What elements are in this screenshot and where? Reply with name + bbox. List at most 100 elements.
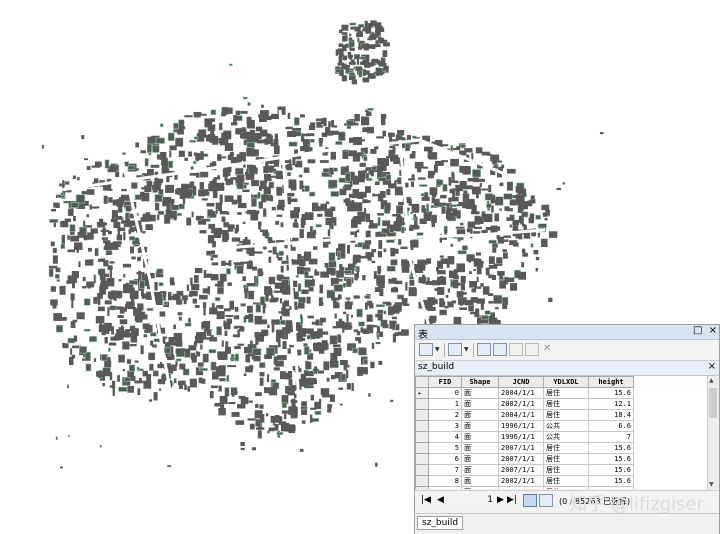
table-cell[interactable]: 9 — [428, 486, 462, 489]
table-row[interactable]: 7 面 2007/1/1 居住 15.6 — [415, 464, 634, 476]
select-by-attributes-icon[interactable] — [477, 343, 491, 356]
table-row[interactable]: ▸ 0 面 2004/1/1 居住 15.6 — [415, 387, 634, 399]
table-cell[interactable]: 居住 — [543, 442, 589, 454]
table-cell[interactable]: 2007/1/1 — [498, 453, 544, 465]
column-header[interactable]: height — [588, 376, 634, 388]
table-row[interactable]: 6 面 2007/1/1 居住 15.6 — [415, 453, 634, 465]
table-cell[interactable]: 居住 — [543, 387, 589, 399]
table-cell[interactable]: 2002/1/1 — [498, 486, 544, 489]
table-cell[interactable]: 面 — [461, 420, 499, 432]
column-header[interactable]: JCND — [498, 376, 544, 388]
table-cell[interactable]: 面 — [461, 475, 499, 487]
table-cell[interactable]: 1 — [428, 398, 462, 410]
close-icon[interactable]: × — [709, 325, 717, 336]
table-cell[interactable]: 居住 — [543, 453, 589, 465]
tab-sz-build[interactable]: sz_build — [417, 516, 464, 530]
column-header[interactable]: YDLXDL — [543, 376, 589, 388]
table-row[interactable]: 3 面 1996/1/1 公共 6.6 — [415, 420, 634, 432]
table-cell[interactable]: 15.6 — [588, 475, 634, 487]
table-cell[interactable]: 2004/1/1 — [498, 409, 544, 421]
restore-icon[interactable]: □ — [693, 325, 702, 336]
related-tables-icon[interactable] — [448, 343, 462, 356]
current-record-field[interactable]: 1 — [481, 495, 493, 505]
last-record-icon[interactable]: ▶| — [507, 495, 517, 505]
table-cell[interactable]: 2004/1/1 — [498, 387, 544, 399]
column-header[interactable]: FID — [428, 376, 462, 388]
previous-record-icon[interactable]: ◀ — [437, 495, 444, 505]
table-cell[interactable]: 居住 — [543, 486, 589, 489]
table-cell[interactable]: 18.4 — [588, 409, 634, 421]
table-cell[interactable]: 2007/1/1 — [498, 464, 544, 476]
table-cell[interactable]: 7 — [428, 464, 462, 476]
scroll-thumb[interactable] — [709, 388, 717, 418]
table-cell[interactable]: 面 — [461, 442, 499, 454]
table-cell[interactable]: 3 — [428, 420, 462, 432]
row-selector[interactable] — [415, 431, 429, 443]
table-row[interactable]: 5 面 2007/1/1 居住 15.6 — [415, 442, 634, 454]
table-row[interactable]: 1 面 2002/1/1 居住 12.1 — [415, 398, 634, 410]
row-selector[interactable] — [415, 442, 429, 454]
table-cell[interactable]: 1996/1/1 — [498, 431, 544, 443]
row-selector[interactable] — [415, 420, 429, 432]
table-row[interactable]: 2 面 2004/1/1 居住 18.4 — [415, 409, 634, 421]
table-cell[interactable]: 面 — [461, 431, 499, 443]
scroll-up-icon[interactable]: ▲ — [709, 377, 714, 384]
table-cell[interactable]: 1996/1/1 — [498, 420, 544, 432]
show-selected-records-icon[interactable] — [539, 494, 553, 507]
table-cell[interactable]: 15.6 — [588, 453, 634, 465]
switch-selection-icon[interactable] — [493, 343, 507, 356]
table-cell[interactable]: 面 — [461, 464, 499, 476]
column-header[interactable]: Shape — [461, 376, 499, 388]
table-cell[interactable]: 公共 — [543, 420, 589, 432]
table-cell[interactable]: 6 — [428, 453, 462, 465]
table-row[interactable]: 4 面 1996/1/1 公共 7 — [415, 431, 634, 443]
table-cell[interactable]: 15.6 — [588, 387, 634, 399]
show-all-records-icon[interactable] — [523, 494, 537, 507]
table-cell[interactable]: 居住 — [543, 464, 589, 476]
table-cell[interactable]: 6.6 — [588, 420, 634, 432]
row-selector[interactable] — [415, 453, 429, 465]
vertical-scrollbar[interactable]: ▲ ▼ — [707, 376, 719, 489]
table-cell[interactable]: 15.6 — [588, 486, 634, 489]
close-icon[interactable]: × — [708, 361, 716, 372]
table-cell[interactable]: 5 — [428, 442, 462, 454]
first-record-icon[interactable]: |◀ — [421, 495, 431, 505]
layer-name[interactable]: sz_build — [418, 362, 454, 372]
table-cell[interactable]: 面 — [461, 409, 499, 421]
table-cell[interactable]: 面 — [461, 453, 499, 465]
table-cell[interactable]: 居住 — [543, 409, 589, 421]
table-cell[interactable]: 7 — [588, 431, 634, 443]
chevron-down-icon[interactable]: ▼ — [435, 346, 440, 353]
row-selector[interactable] — [415, 486, 429, 489]
row-selector[interactable] — [415, 475, 429, 487]
delete-selected-icon[interactable]: ✕ — [543, 343, 551, 354]
chevron-down-icon[interactable]: ▼ — [464, 346, 469, 353]
table-cell[interactable]: 15.6 — [588, 464, 634, 476]
row-selector[interactable] — [415, 398, 429, 410]
table-row[interactable]: 9面2002/1/1居住15.6 — [415, 486, 634, 489]
table-cell[interactable]: 0 — [428, 387, 462, 399]
table-cell[interactable]: 2007/1/1 — [498, 442, 544, 454]
table-cell[interactable]: 2002/1/1 — [498, 398, 544, 410]
table-row[interactable]: 8 面 2002/1/1 居住 15.6 — [415, 475, 634, 487]
table-cell[interactable]: 面 — [461, 398, 499, 410]
table-cell[interactable]: 面 — [461, 387, 499, 399]
table-cell[interactable]: 15.6 — [588, 442, 634, 454]
table-cell[interactable]: 4 — [428, 431, 462, 443]
row-selector[interactable] — [415, 464, 429, 476]
table-cell[interactable]: 12.1 — [588, 398, 634, 410]
table-cell[interactable]: 2 — [428, 409, 462, 421]
table-cell[interactable]: 面 — [461, 486, 499, 489]
zoom-to-selected-icon[interactable] — [525, 343, 539, 356]
table-cell[interactable]: 8 — [428, 475, 462, 487]
table-cell[interactable]: 2002/1/1 — [498, 475, 544, 487]
scroll-down-icon[interactable]: ▼ — [709, 481, 714, 488]
table-options-icon[interactable] — [419, 343, 433, 356]
table-cell[interactable]: 居住 — [543, 398, 589, 410]
next-record-icon[interactable]: ▶ — [497, 495, 504, 505]
clear-selection-icon[interactable] — [509, 343, 523, 356]
row-selector[interactable]: ▸ — [415, 387, 429, 399]
table-cell[interactable]: 公共 — [543, 431, 589, 443]
row-selector[interactable] — [415, 409, 429, 421]
table-cell[interactable]: 居住 — [543, 475, 589, 487]
